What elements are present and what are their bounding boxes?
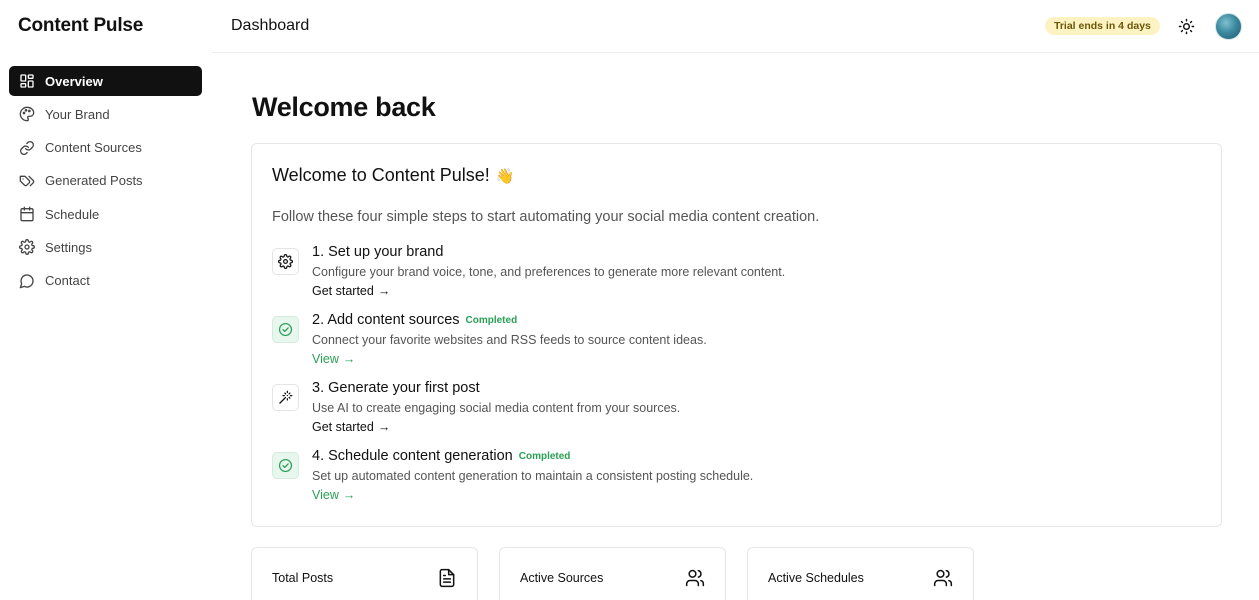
users-icon	[933, 568, 953, 588]
step-title: 1. Set up your brand	[312, 244, 443, 260]
view-link[interactable]: View →	[312, 352, 355, 366]
page-title: Welcome back	[252, 92, 436, 122]
check-circle-icon	[272, 316, 299, 343]
stat-label: Active Sources	[520, 571, 604, 585]
stat-card-total-posts: Total Posts	[251, 547, 478, 600]
theme-toggle-button[interactable]	[1176, 16, 1196, 36]
step-title-text: 2. Add content sources	[312, 312, 460, 328]
sidebar: Content Pulse Overview Your Brand Conten…	[0, 0, 212, 600]
link-label: Get started	[312, 284, 374, 298]
gear-icon	[18, 239, 35, 256]
step-title-text: 4. Schedule content generation	[312, 448, 513, 464]
sidebar-item-label: Your Brand	[45, 106, 110, 122]
sidebar-item-label: Overview	[45, 73, 103, 89]
sidebar-item-your-brand[interactable]: Your Brand	[9, 99, 202, 129]
step-description: Use AI to create engaging social media c…	[312, 401, 681, 415]
stat-label: Total Posts	[272, 571, 334, 585]
step-title: 2. Add content sources Completed	[312, 312, 517, 328]
link-icon	[18, 139, 35, 156]
stat-label: Active Schedules	[768, 571, 864, 585]
file-text-icon	[437, 568, 457, 588]
sidebar-nav: Overview Your Brand Content Sources Gene…	[9, 66, 202, 299]
completed-badge: Completed	[465, 315, 518, 326]
welcome-card-title-text: Welcome to Content Pulse!	[272, 165, 490, 185]
gear-icon	[272, 248, 299, 275]
view-link[interactable]: View →	[312, 488, 355, 502]
stat-card-active-schedules: Active Schedules	[747, 547, 974, 600]
step-title-text: 3. Generate your first post	[312, 380, 480, 396]
arrow-right-icon: →	[342, 352, 356, 366]
calendar-icon	[18, 206, 35, 223]
get-started-link[interactable]: Get started →	[312, 284, 390, 298]
sidebar-item-label: Settings	[45, 239, 92, 255]
step-description: Connect your favorite websites and RSS f…	[312, 333, 707, 347]
step-title-text: 1. Set up your brand	[312, 244, 444, 260]
step-description: Configure your brand voice, tone, and pr…	[312, 265, 786, 279]
sidebar-item-generated-posts[interactable]: Generated Posts	[9, 166, 202, 196]
sidebar-item-label: Contact	[45, 273, 90, 289]
layout-grid-icon	[18, 73, 35, 90]
sun-icon	[1178, 18, 1195, 35]
step-title: 4. Schedule content generation Completed	[312, 448, 570, 464]
sidebar-item-label: Schedule	[45, 206, 100, 222]
welcome-card-description: Follow these four simple steps to start …	[272, 209, 820, 225]
sidebar-item-schedule[interactable]: Schedule	[9, 199, 202, 229]
sidebar-item-settings[interactable]: Settings	[9, 232, 202, 262]
link-label: Get started	[312, 420, 374, 434]
app-logo-title[interactable]: Content Pulse	[18, 15, 143, 37]
sidebar-item-label: Content Sources	[45, 140, 142, 156]
step-description: Set up automated content generation to m…	[312, 469, 754, 483]
arrow-right-icon: →	[377, 284, 391, 298]
arrow-right-icon: →	[342, 488, 356, 502]
sidebar-item-label: Generated Posts	[45, 173, 143, 189]
link-label: View	[312, 488, 339, 502]
user-avatar[interactable]	[1215, 13, 1242, 40]
tag-icon	[18, 172, 35, 189]
magic-wand-icon	[272, 384, 299, 411]
link-label: View	[312, 352, 339, 366]
sidebar-item-contact[interactable]: Contact	[9, 266, 202, 296]
completed-badge: Completed	[518, 451, 571, 462]
top-header: Dashboard Trial ends in 4 days	[212, 0, 1259, 53]
users-icon	[685, 568, 705, 588]
welcome-card-title: Welcome to Content Pulse! 👋	[272, 165, 514, 186]
palette-icon	[18, 106, 35, 123]
welcome-card: Welcome to Content Pulse! 👋 Follow these …	[251, 143, 1222, 527]
check-circle-icon	[272, 452, 299, 479]
breadcrumb: Dashboard	[231, 17, 310, 34]
step-title: 3. Generate your first post	[312, 380, 480, 396]
message-circle-icon	[18, 272, 35, 289]
get-started-link[interactable]: Get started →	[312, 420, 390, 434]
stat-card-active-sources: Active Sources	[499, 547, 726, 600]
waving-hand-emoji: 👋	[495, 168, 515, 185]
sidebar-item-content-sources[interactable]: Content Sources	[9, 133, 202, 163]
trial-status-badge[interactable]: Trial ends in 4 days	[1045, 17, 1160, 35]
arrow-right-icon: →	[377, 420, 391, 434]
sidebar-item-overview[interactable]: Overview	[9, 66, 202, 96]
